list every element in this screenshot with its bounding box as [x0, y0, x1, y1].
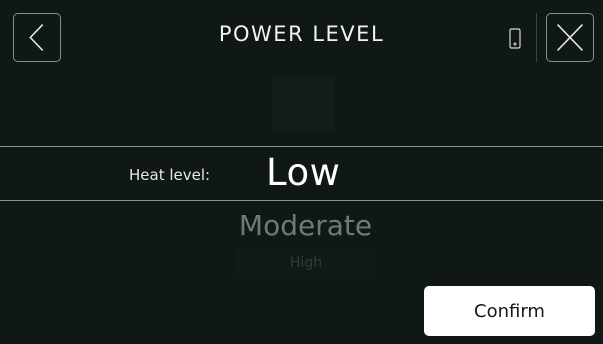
close-button[interactable]	[546, 13, 594, 62]
picker-empty-slot	[272, 78, 334, 132]
heat-option-moderate[interactable]: Moderate	[0, 209, 603, 242]
header-divider	[536, 13, 537, 62]
close-icon	[556, 24, 584, 51]
heat-level-label: Heat level:	[129, 166, 211, 184]
phone-icon	[509, 28, 521, 49]
confirm-button[interactable]: Confirm	[424, 286, 595, 336]
selection-top-line	[0, 146, 603, 147]
top-bar: POWER LEVEL	[0, 0, 603, 72]
heat-option-high[interactable]: High	[236, 249, 376, 277]
power-level-screen: POWER LEVEL Heat level: Low Moderate Hig…	[0, 0, 603, 344]
heat-level-selected[interactable]: Low	[266, 151, 340, 194]
selection-bottom-line	[0, 200, 603, 201]
